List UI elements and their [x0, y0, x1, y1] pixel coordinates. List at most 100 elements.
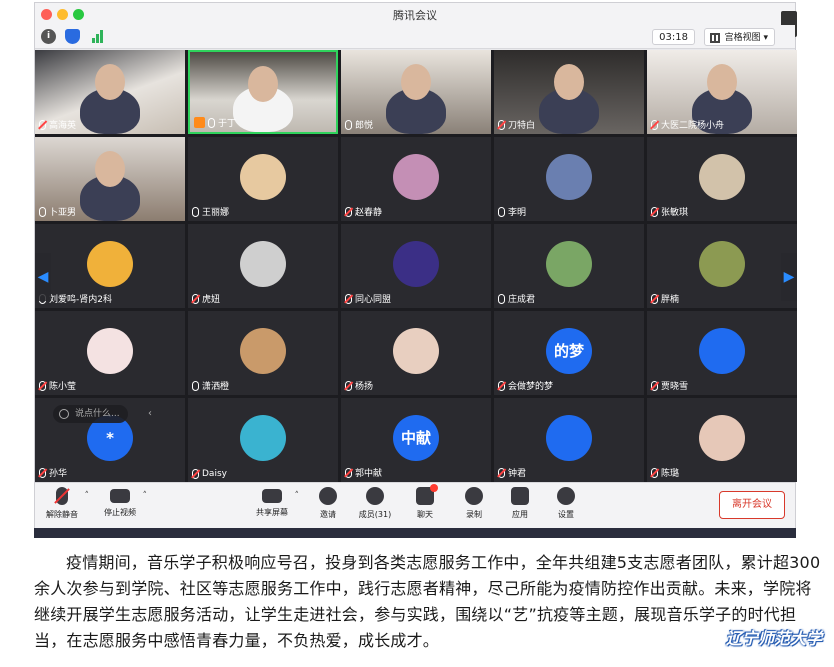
chat-icon	[416, 484, 438, 505]
mic-muted-icon	[39, 467, 46, 478]
participant-name-label: 陈小莹	[49, 382, 77, 392]
chevron-up-icon[interactable]: ˄	[295, 491, 300, 501]
settings-button[interactable]: 设置	[541, 487, 591, 520]
chat-label: 聊天	[417, 510, 433, 519]
participant-tile[interactable]: 王丽娜	[188, 137, 338, 221]
share-screen-button[interactable]: 共享屏幕 ˄	[247, 487, 300, 518]
participant-name: 同心同盟	[345, 292, 391, 305]
prev-page-arrow[interactable]: ◀	[35, 253, 51, 301]
participant-name: 陈璐	[651, 466, 679, 479]
participant-name-label: 刀特白	[508, 121, 536, 131]
participant-avatar	[240, 240, 286, 287]
participant-name: 贾晓雪	[651, 379, 688, 392]
participant-tile[interactable]: 杨扬	[341, 311, 491, 395]
participant-name-label: 虎妞	[202, 295, 221, 305]
signal-icon[interactable]	[91, 29, 106, 44]
mic-muted-icon	[498, 380, 505, 391]
stop-video-button[interactable]: 停止视频 ˄	[95, 487, 148, 518]
mic-muted-icon	[651, 467, 658, 478]
participant-tile[interactable]: Daisy	[188, 398, 338, 482]
members-icon	[366, 487, 384, 505]
participant-tile[interactable]: 卜亚男	[35, 137, 185, 221]
participant-name: 孙华	[39, 466, 67, 479]
participant-name-label: 郭中献	[355, 469, 383, 479]
participant-tile[interactable]: 陈小莹	[35, 311, 185, 395]
participant-name-label: Daisy	[202, 469, 227, 479]
participant-tile[interactable]: 中献 郭中献	[341, 398, 491, 482]
participant-name-label: 刘爱鸣-肾内2科	[49, 295, 112, 305]
participant-avatar	[546, 153, 592, 200]
participant-tile[interactable]: 大医二院杨小舟	[647, 50, 797, 134]
participant-name: 张敏琪	[651, 205, 688, 218]
participant-name-label: 李明	[508, 208, 527, 218]
participant-tile[interactable]: 张敏琪	[647, 137, 797, 221]
participant-name: 刀特白	[498, 118, 535, 131]
participant-avatar	[393, 153, 439, 200]
participant-name-label: 高海英	[49, 121, 77, 131]
record-button[interactable]: 录制	[449, 487, 499, 520]
participant-name: 赵春静	[345, 205, 382, 218]
grid-view-button[interactable]: 宫格视图 ▾	[703, 28, 775, 46]
participant-tile[interactable]: 贾晓雪	[647, 311, 797, 395]
mic-muted-icon	[498, 119, 505, 130]
record-icon	[465, 487, 483, 505]
participant-name: 庄成君	[498, 292, 535, 305]
add-user-icon	[319, 487, 337, 505]
host-icon	[194, 117, 205, 128]
participant-face	[401, 64, 431, 100]
apps-button[interactable]: 应用	[495, 487, 545, 520]
grid-icon	[709, 33, 720, 43]
participant-avatar	[699, 327, 745, 374]
mic-muted-icon	[345, 206, 352, 217]
participant-tile[interactable]: 虎妞	[188, 224, 338, 308]
participant-tile[interactable]: 高海英	[35, 50, 185, 134]
emoji-icon[interactable]	[59, 409, 69, 419]
invite-button[interactable]: 邀请	[303, 487, 353, 520]
chevron-left-icon[interactable]: ‹	[143, 405, 157, 423]
participant-name-label: 卜亚男	[49, 208, 77, 218]
chat-placeholder: 说点什么...	[75, 409, 120, 419]
chat-button[interactable]: 聊天	[400, 484, 450, 520]
chevron-up-icon[interactable]: ˄	[85, 491, 90, 501]
participant-name-label: 杨扬	[355, 382, 374, 392]
participant-name: 会做梦的梦	[498, 379, 553, 392]
participant-name: 卜亚男	[39, 205, 76, 218]
participant-tile[interactable]: 的梦 会做梦的梦	[494, 311, 644, 395]
share-screen-label: 共享屏幕	[256, 508, 288, 517]
share-screen-icon	[262, 489, 282, 503]
unmute-button[interactable]: 解除静音 ˄	[37, 487, 90, 520]
participant-tile[interactable]: 李明	[494, 137, 644, 221]
mic-muted-icon	[345, 293, 352, 304]
participant-tile[interactable]: 郎悦	[341, 50, 491, 134]
mic-muted-icon	[345, 467, 352, 478]
members-button[interactable]: 成员(31)	[350, 487, 400, 520]
next-page-arrow[interactable]: ▶	[781, 253, 797, 301]
background-strip	[34, 528, 796, 538]
participant-face	[707, 64, 737, 100]
participant-name: 陈小莹	[39, 379, 76, 392]
leave-meeting-button[interactable]: 离开会议	[719, 491, 785, 519]
chevron-up-icon[interactable]: ˄	[143, 491, 148, 501]
chat-input[interactable]: 说点什么...	[53, 405, 128, 423]
participant-tile[interactable]: 潇洒橙	[188, 311, 338, 395]
mic-muted-icon	[192, 293, 199, 304]
participant-face	[248, 66, 278, 102]
mic-icon	[208, 117, 215, 128]
participant-tile[interactable]: 钟君	[494, 398, 644, 482]
participant-tile[interactable]: 庄成君	[494, 224, 644, 308]
participant-tile[interactable]: 陈璐	[647, 398, 797, 482]
participant-tile[interactable]: 胖楠	[647, 224, 797, 308]
participant-face	[95, 151, 125, 187]
apps-label: 应用	[512, 510, 528, 519]
shield-icon[interactable]	[65, 29, 80, 44]
info-icon[interactable]: i	[41, 29, 56, 44]
participant-name-label: 胖楠	[661, 295, 680, 305]
participant-tile[interactable]: 于丁	[188, 50, 338, 134]
participant-tile[interactable]: 赵春静	[341, 137, 491, 221]
participant-name: 王丽娜	[192, 205, 229, 218]
participant-tile[interactable]: 同心同盟	[341, 224, 491, 308]
participant-tile[interactable]: 刀特白	[494, 50, 644, 134]
meeting-window: 腾讯会议 i 03:18 宫格视图 ▾ 高海英 于丁 郎悦 刀特白 大医二院杨小舟 卜亚男…	[34, 2, 797, 528]
participant-tile[interactable]: 刘爱鸣-肾内2科	[35, 224, 185, 308]
participant-name-label: 郎悦	[355, 121, 374, 131]
